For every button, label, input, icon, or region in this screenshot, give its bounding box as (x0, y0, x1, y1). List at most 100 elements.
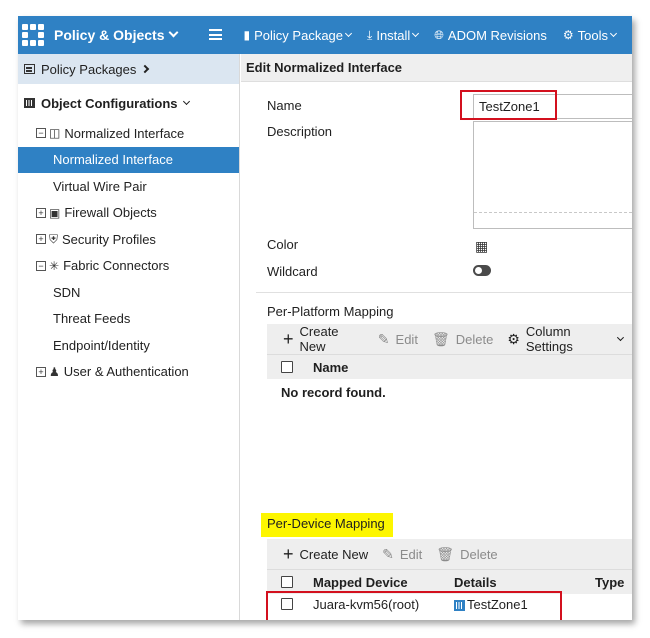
fortinet-logo-icon (22, 24, 44, 46)
collapse-icon[interactable]: − (36, 260, 46, 271)
sidebar-policy-packages[interactable]: Policy Packages (18, 54, 239, 84)
menu-label: Tools (577, 27, 608, 43)
empty-table-message: No record found. (281, 384, 386, 400)
color-label: Color (267, 237, 299, 252)
select-all-checkbox[interactable] (281, 576, 293, 588)
interface-icon: ◫ (49, 126, 61, 141)
column-header-type[interactable]: Type (595, 575, 624, 590)
sidebar-item-virtual-wire-pair[interactable]: Virtual Wire Pair (18, 173, 239, 200)
sidebar-item-threat-feeds[interactable]: Threat Feeds (18, 306, 239, 333)
hamburger-menu-icon[interactable] (208, 29, 222, 40)
description-label: Description (267, 124, 333, 139)
gear-icon: ⚙ (507, 330, 520, 347)
module-switcher[interactable]: Policy & Objects (18, 16, 232, 54)
column-header-name[interactable]: Name (313, 360, 348, 375)
per-platform-mapping-title: Per-Platform Mapping (267, 304, 394, 319)
annotation-highlight-name (460, 90, 557, 120)
per-platform-table-header: Name (267, 354, 632, 379)
plus-icon: + (283, 544, 294, 564)
per-device-toolbar: + Create New ✎ Edit 🗑︎ Delete (267, 539, 632, 569)
description-textarea[interactable] (473, 121, 632, 229)
sidebar-item-label: Virtual Wire Pair (53, 178, 147, 194)
chevron-down-icon (182, 97, 190, 105)
edit-icon: ✎ (377, 330, 390, 347)
collapse-icon[interactable]: − (36, 128, 46, 139)
select-all-checkbox[interactable] (281, 361, 293, 373)
annotation-highlight-row (266, 591, 562, 620)
sidebar-item-normalized-interface-group[interactable]: − ◫ Normalized Interface (18, 120, 239, 147)
delete-button[interactable]: 🗑︎ Delete (436, 546, 497, 563)
menu-tools[interactable]: ⚙ Tools (563, 27, 618, 43)
sidebar-item-label: Normalized Interface (64, 125, 185, 141)
sidebar-item-normalized-interface[interactable]: Normalized Interface (18, 146, 239, 173)
fabric-icon: ✳ (49, 258, 60, 273)
button-label: Delete (455, 331, 494, 347)
module-title: Policy & Objects (54, 27, 165, 43)
chevron-down-icon (412, 29, 420, 37)
sidebar-item-user-authentication[interactable]: + ♟ User & Authentication (18, 359, 239, 386)
sidebar-item-label: User & Authentication (63, 364, 189, 380)
button-label: Create New (299, 324, 339, 354)
color-picker-icon[interactable]: ▦ (475, 238, 488, 255)
edit-button[interactable]: ✎ Edit (378, 331, 418, 348)
button-label: Edit (395, 331, 418, 347)
chevron-down-icon (169, 27, 179, 37)
per-device-mapping-highlight: Per-Device Mapping (261, 513, 393, 537)
column-settings-button[interactable]: ⚙ Column Settings (507, 324, 625, 354)
plus-icon: + (283, 329, 294, 349)
create-new-button[interactable]: + Create New (283, 545, 368, 563)
per-device-mapping-title: Per-Device Mapping (261, 513, 393, 537)
sidebar-item-label: Endpoint/Identity (53, 337, 150, 353)
sidebar-item-label: Object Configurations (41, 95, 178, 111)
button-label: Edit (399, 546, 423, 562)
chevron-right-icon (141, 64, 150, 74)
delete-button[interactable]: 🗑︎ Delete (432, 331, 493, 348)
chevron-down-icon (609, 29, 618, 37)
page-title: Edit Normalized Interface (241, 54, 632, 82)
menu-label: ADOM Revisions (447, 27, 547, 43)
menu-label: Policy Package (254, 27, 344, 43)
per-platform-toolbar: + Create New ✎ Edit 🗑︎ Delete ⚙ Column S… (267, 324, 632, 354)
expand-icon[interactable]: + (36, 234, 46, 245)
create-new-button[interactable]: + Create New (283, 324, 364, 354)
sidebar-item-label: SDN (53, 284, 81, 300)
sidebar-item-security-profiles[interactable]: + ⛨ Security Profiles (18, 226, 239, 253)
menu-adom-revisions[interactable]: 🌐︎ ADOM Revisions (434, 28, 547, 43)
trash-icon: 🗑︎ (436, 545, 455, 562)
sidebar-item-label: Normalized Interface (53, 152, 173, 168)
app-window: Policy & Objects ▮ Policy Package ⤓ Inst… (18, 16, 632, 620)
edit-icon: ✎ (382, 545, 394, 562)
sidebar-item-label: Firewall Objects (64, 205, 157, 221)
sidebar-item-label: Threat Feeds (53, 311, 131, 327)
wildcard-toggle[interactable] (473, 265, 491, 276)
expand-icon[interactable]: + (36, 366, 46, 377)
sidebar-item-fabric-connectors[interactable]: − ✳ Fabric Connectors (18, 253, 239, 280)
column-header-mapped-device[interactable]: Mapped Device (313, 575, 454, 590)
top-navigation-bar: Policy & Objects ▮ Policy Package ⤓ Inst… (18, 16, 632, 54)
column-header-details[interactable]: Details (454, 575, 595, 590)
expand-icon[interactable]: + (36, 207, 46, 218)
sidebar-item-sdn[interactable]: SDN (18, 279, 239, 306)
sidebar-item-firewall-objects[interactable]: + ▣ Firewall Objects (18, 200, 239, 227)
list-icon (24, 64, 35, 74)
button-label: Create New (299, 546, 369, 562)
sidebar-item-label: Security Profiles (62, 231, 156, 247)
install-icon: ⤓ (367, 27, 373, 42)
name-label: Name (267, 98, 302, 113)
chevron-down-icon (344, 29, 353, 37)
button-label: Delete (460, 546, 498, 562)
sidebar: Policy Packages Object Configurations − … (18, 54, 240, 620)
chevron-down-icon (617, 333, 625, 341)
top-menu: ▮ Policy Package ⤓ Install 🌐︎ ADOM Revis… (244, 16, 632, 54)
edit-button[interactable]: ✎ Edit (382, 546, 422, 563)
shield-icon: ⛨ (49, 231, 59, 246)
trash-icon: 🗑︎ (431, 330, 450, 347)
menu-install[interactable]: ⤓ Install (367, 27, 420, 43)
menu-policy-package[interactable]: ▮ Policy Package (244, 27, 353, 43)
wildcard-label: Wildcard (267, 264, 318, 279)
sidebar-item-endpoint-identity[interactable]: Endpoint/Identity (18, 332, 239, 359)
sidebar-item-label: Fabric Connectors (63, 258, 170, 274)
globe-icon: 🌐︎ (434, 27, 444, 42)
sidebar-object-configurations[interactable]: Object Configurations (18, 86, 239, 120)
main-panel: Edit Normalized Interface Name TestZone1… (241, 54, 632, 620)
